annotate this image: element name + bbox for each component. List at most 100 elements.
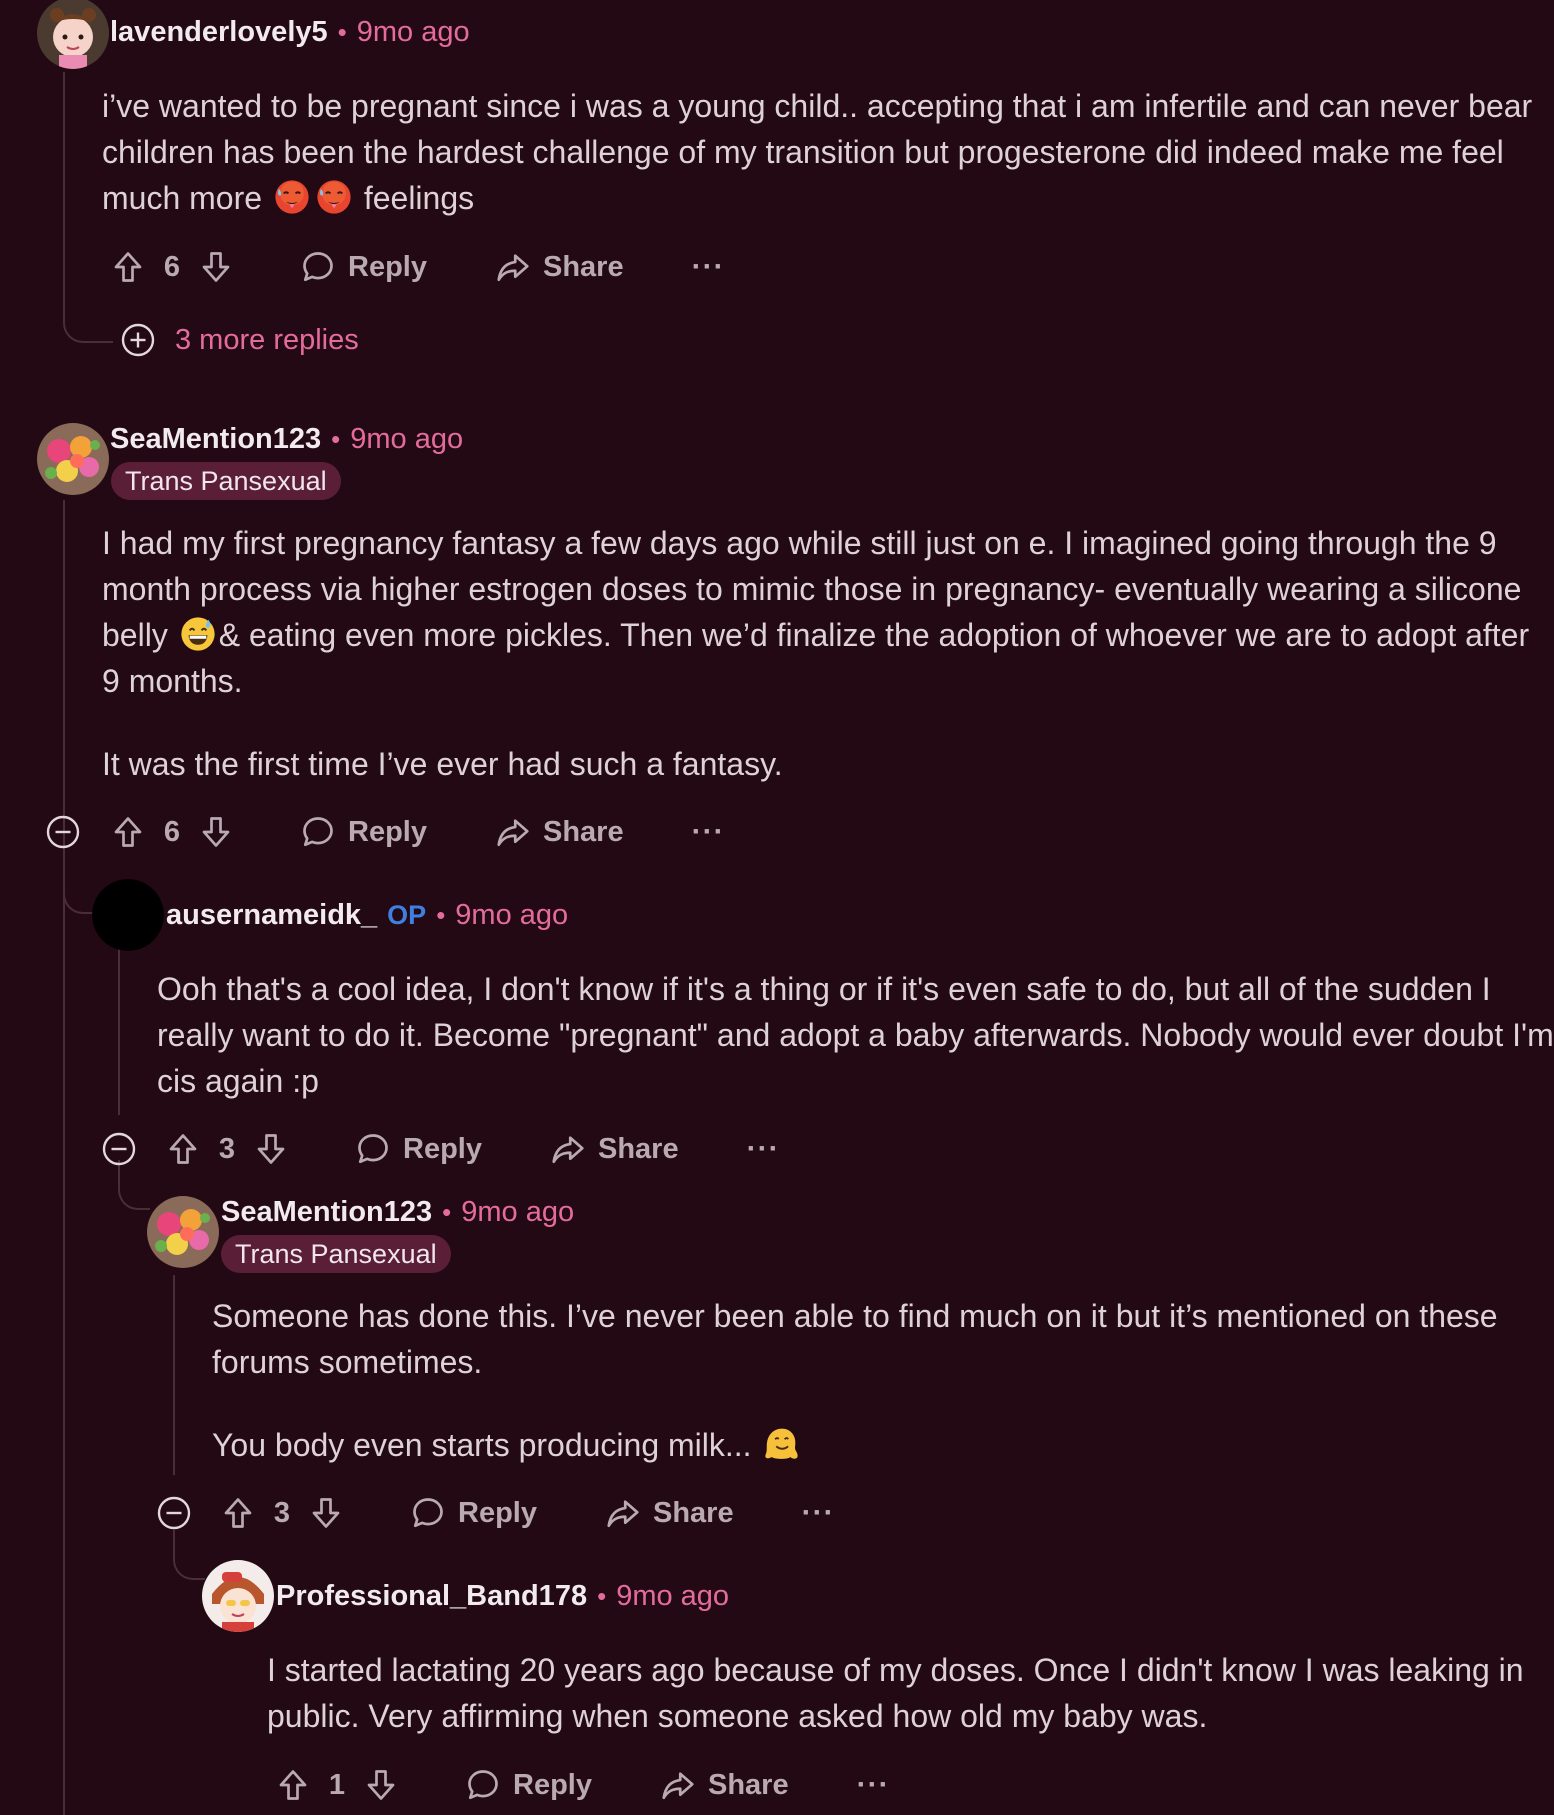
avatar[interactable] — [37, 423, 109, 495]
downvote-icon[interactable] — [308, 1495, 344, 1531]
share-button[interactable]: Share — [660, 1767, 789, 1803]
op-badge: OP — [387, 899, 427, 930]
share-button[interactable]: Share — [605, 1495, 734, 1531]
comment-text: I started lactating 20 years ago because… — [267, 1652, 1524, 1734]
reply-button[interactable]: Reply — [410, 1495, 537, 1531]
user-flair: Trans Pansexual — [221, 1235, 451, 1273]
more-options-button[interactable]: ··· — [692, 250, 725, 284]
more-options-button[interactable]: ··· — [747, 1132, 780, 1166]
thread-line — [63, 72, 65, 322]
comment-text: Ooh that's a cool idea, I don't know if … — [157, 971, 1554, 1099]
share-icon — [495, 249, 531, 285]
share-button[interactable]: Share — [550, 1131, 679, 1167]
reply-label: Reply — [348, 250, 427, 283]
share-label: Share — [707, 1768, 789, 1801]
comment-text: & eating even more pickles. Then we’d fi… — [102, 617, 1530, 699]
action-bar: 6 Reply Share ··· — [110, 807, 725, 857]
comment-header: ausernameidk_ OP • 9mo ago — [166, 895, 568, 935]
share-icon — [495, 814, 531, 850]
upvote-icon[interactable] — [165, 1131, 201, 1167]
comment-text: You body even starts producing milk... — [212, 1427, 752, 1463]
share-label: Share — [597, 1132, 679, 1165]
hot-face-icon — [273, 178, 311, 216]
collapse-icon[interactable] — [101, 1131, 137, 1167]
expand-icon[interactable] — [120, 322, 156, 358]
comment-bubble-icon — [355, 1131, 391, 1167]
username[interactable]: lavenderlovely5 — [110, 16, 328, 49]
timestamp[interactable]: 9mo ago — [357, 16, 470, 49]
thread-branch — [63, 860, 95, 914]
thread-line — [63, 500, 65, 1815]
more-replies-link[interactable]: 3 more replies — [175, 320, 359, 360]
avatar[interactable] — [147, 1196, 219, 1268]
vote-count: 6 — [163, 250, 181, 283]
comment-header: SeaMention123 • 9mo ago — [221, 1192, 574, 1232]
comment-header: Professional_Band178 • 9mo ago — [276, 1576, 729, 1616]
action-bar: 3 Reply Share ··· — [165, 1124, 780, 1174]
comment-text: feelings — [363, 180, 475, 216]
reply-button[interactable]: Reply — [300, 814, 427, 850]
hot-face-icon — [315, 178, 353, 216]
thread-branch — [173, 1530, 205, 1580]
username[interactable]: SeaMention123 — [221, 1196, 432, 1229]
comment-body: I had my first pregnancy fantasy a few d… — [102, 520, 1554, 787]
grinning-sweat-icon — [179, 615, 217, 653]
vote-count: 1 — [328, 1768, 346, 1801]
reply-button[interactable]: Reply — [355, 1131, 482, 1167]
reply-label: Reply — [403, 1132, 482, 1165]
more-options-button[interactable]: ··· — [692, 815, 725, 849]
comment-text: It was the first time I’ve ever had such… — [102, 746, 783, 782]
avatar[interactable] — [202, 1560, 274, 1632]
share-icon — [660, 1767, 696, 1803]
avatar[interactable] — [37, 0, 109, 69]
timestamp[interactable]: 9mo ago — [616, 1580, 729, 1613]
username[interactable]: SeaMention123 — [110, 423, 321, 456]
downvote-icon[interactable] — [363, 1767, 399, 1803]
thread-branch — [63, 300, 113, 343]
vote-count: 3 — [273, 1496, 291, 1529]
more-options-button[interactable]: ··· — [857, 1768, 890, 1802]
thread-branch — [118, 1160, 150, 1210]
comment-body: i’ve wanted to be pregnant since i was a… — [102, 83, 1554, 221]
collapse-icon[interactable] — [45, 814, 81, 850]
more-options-button[interactable]: ··· — [802, 1496, 835, 1530]
downvote-icon[interactable] — [253, 1131, 289, 1167]
reply-button[interactable]: Reply — [300, 249, 427, 285]
thread-line — [118, 945, 120, 1115]
downvote-icon[interactable] — [198, 249, 234, 285]
share-icon — [550, 1131, 586, 1167]
separator-dot: • — [337, 16, 347, 47]
comment-text: Someone has done this. I’ve never been a… — [212, 1298, 1498, 1380]
timestamp[interactable]: 9mo ago — [455, 899, 568, 932]
collapse-icon[interactable] — [156, 1495, 192, 1531]
share-icon — [605, 1495, 641, 1531]
reply-label: Reply — [513, 1768, 592, 1801]
comment-body: I started lactating 20 years ago because… — [267, 1647, 1554, 1739]
upvote-icon[interactable] — [110, 814, 146, 850]
upvote-icon[interactable] — [110, 249, 146, 285]
downvote-icon[interactable] — [198, 814, 234, 850]
comment-bubble-icon — [300, 249, 336, 285]
avatar[interactable] — [92, 879, 164, 951]
upvote-icon[interactable] — [275, 1767, 311, 1803]
share-button[interactable]: Share — [495, 814, 624, 850]
upvote-icon[interactable] — [220, 1495, 256, 1531]
comment-header: lavenderlovely5 • 9mo ago — [110, 12, 470, 52]
share-label: Share — [652, 1496, 734, 1529]
username[interactable]: ausernameidk_ — [166, 899, 377, 932]
share-button[interactable]: Share — [495, 249, 624, 285]
action-bar: 3 Reply Share ··· — [220, 1488, 835, 1538]
action-bar: 1 Reply Share ··· — [275, 1760, 890, 1810]
reply-label: Reply — [348, 815, 427, 848]
username[interactable]: Professional_Band178 — [276, 1580, 587, 1613]
separator-dot: • — [442, 1196, 452, 1227]
separator-dot: • — [597, 1580, 607, 1611]
reply-label: Reply — [458, 1496, 537, 1529]
action-bar: 6 Reply Share ··· — [110, 242, 725, 292]
comment-header: SeaMention123 • 9mo ago — [110, 419, 463, 459]
share-label: Share — [542, 250, 624, 283]
timestamp[interactable]: 9mo ago — [461, 1196, 574, 1229]
reply-button[interactable]: Reply — [465, 1767, 592, 1803]
user-flair: Trans Pansexual — [111, 462, 341, 500]
timestamp[interactable]: 9mo ago — [350, 423, 463, 456]
